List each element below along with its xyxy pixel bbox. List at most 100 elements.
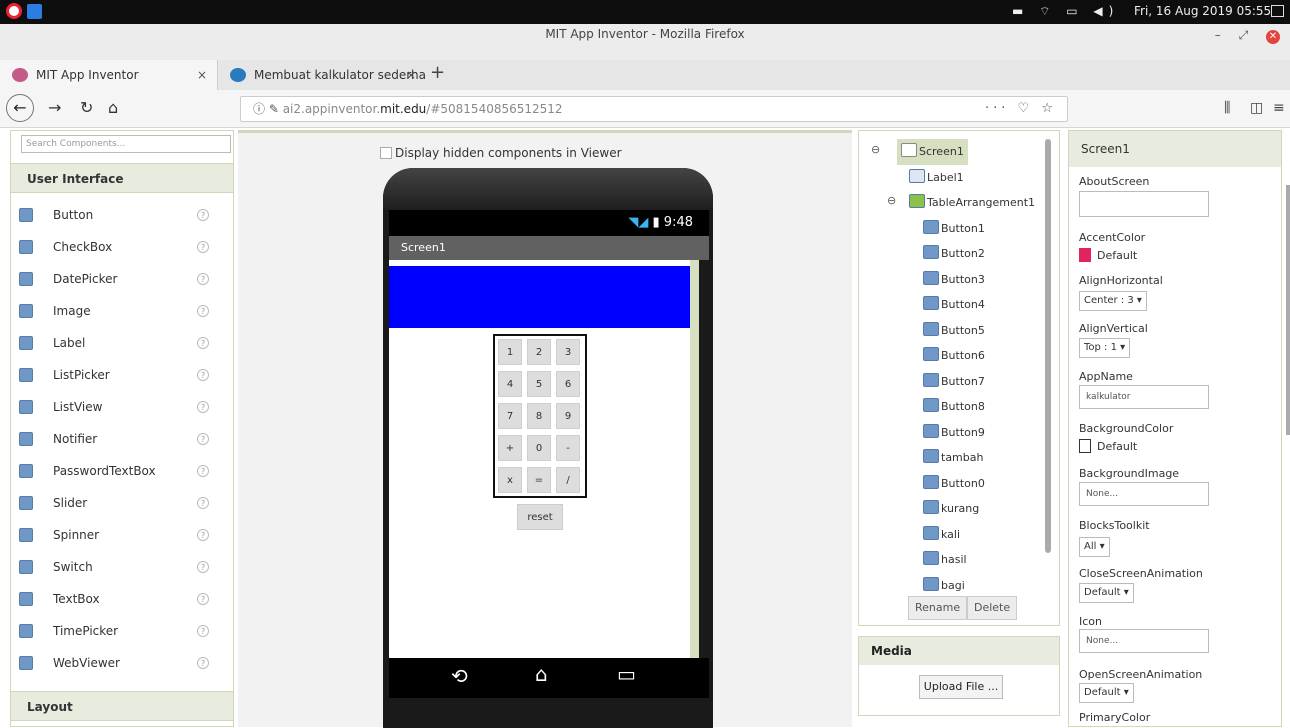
- help-icon[interactable]: ?: [197, 497, 209, 509]
- close-tab-icon[interactable]: ×: [197, 60, 207, 90]
- backgroundimage-picker[interactable]: None...: [1079, 482, 1209, 506]
- tree-item-bagi[interactable]: bagi: [923, 573, 965, 599]
- close-tab-icon[interactable]: ×: [406, 60, 416, 90]
- calc-button[interactable]: 2: [527, 339, 551, 365]
- accentcolor-picker[interactable]: Default: [1079, 248, 1137, 262]
- menu-icon[interactable]: ≡: [1273, 100, 1285, 116]
- url-bar[interactable]: ⓘ ✎ ai2.appinventor.mit.edu/#50815408565…: [240, 96, 1068, 122]
- palette-item-slider[interactable]: Slider?: [11, 487, 233, 519]
- sidebar-icon[interactable]: ◫: [1250, 100, 1263, 116]
- blockstoolkit-select[interactable]: All ▾: [1079, 537, 1110, 557]
- help-icon[interactable]: ?: [197, 273, 209, 285]
- calc-button[interactable]: 1: [498, 339, 522, 365]
- collapse-toggle-icon[interactable]: ⊖: [871, 143, 880, 156]
- label1-blue-bar[interactable]: [389, 266, 691, 328]
- help-icon[interactable]: ?: [197, 369, 209, 381]
- close-icon[interactable]: ✕: [1266, 30, 1280, 44]
- calc-button[interactable]: 9: [556, 403, 580, 429]
- help-icon[interactable]: ?: [197, 529, 209, 541]
- calc-button[interactable]: 7: [498, 403, 522, 429]
- help-icon[interactable]: ?: [197, 337, 209, 349]
- openscreenanimation-select[interactable]: Default ▾: [1079, 683, 1134, 703]
- help-icon[interactable]: ?: [197, 433, 209, 445]
- tree-scrollbar[interactable]: [1045, 139, 1051, 553]
- properties-scrollbar[interactable]: [1286, 185, 1290, 435]
- delete-button[interactable]: Delete: [967, 596, 1018, 620]
- upload-file-button[interactable]: Upload File ...: [919, 675, 1003, 699]
- palette-item-webviewer[interactable]: WebViewer?: [11, 647, 233, 679]
- palette-item-switch[interactable]: Switch?: [11, 551, 233, 583]
- info-icon[interactable]: ⓘ ✎: [253, 102, 283, 116]
- rename-button[interactable]: Rename: [908, 596, 968, 620]
- back-icon[interactable]: ←: [6, 94, 34, 122]
- phone-screen[interactable]: 1 2 3 4 5 6 7 8 9 +0- x = / reset: [389, 260, 699, 658]
- screen-scrollbar[interactable]: [690, 260, 699, 658]
- help-icon[interactable]: ?: [197, 593, 209, 605]
- calc-button[interactable]: -: [556, 435, 580, 461]
- calc-button[interactable]: 0: [527, 435, 551, 461]
- calc-button[interactable]: /: [556, 467, 580, 493]
- alignhorizontal-select[interactable]: Center : 3 ▾: [1079, 291, 1147, 311]
- alignvertical-select[interactable]: Top : 1 ▾: [1079, 338, 1131, 358]
- tree-item-hasil[interactable]: hasil: [923, 547, 967, 573]
- tree-item-button8[interactable]: Button8: [923, 394, 985, 420]
- tray-icons[interactable]: ▬ ⌔ ▭ ◀): [1012, 4, 1119, 19]
- closescreenanimation-select[interactable]: Default ▾: [1079, 583, 1134, 603]
- tree-item-button7[interactable]: Button7: [923, 369, 985, 395]
- calc-button[interactable]: 3: [556, 339, 580, 365]
- tree-item-tambah[interactable]: tambah: [923, 445, 983, 471]
- display-hidden-checkbox[interactable]: Display hidden components in Viewer: [380, 146, 622, 160]
- palette-item-button[interactable]: Button?: [11, 199, 233, 231]
- palette-item-datepicker[interactable]: DatePicker?: [11, 263, 233, 295]
- search-components-input[interactable]: Search Components...: [21, 135, 231, 153]
- palette-item-listview[interactable]: ListView?: [11, 391, 233, 423]
- reset-button[interactable]: reset: [517, 504, 563, 530]
- calc-button[interactable]: x: [498, 467, 522, 493]
- tree-item-button2[interactable]: Button2: [923, 241, 985, 267]
- palette-item-passwordtextbox[interactable]: PasswordTextBox?: [11, 455, 233, 487]
- checkbox-box[interactable]: [380, 147, 392, 159]
- help-icon[interactable]: ?: [197, 401, 209, 413]
- palette-item-checkbox[interactable]: CheckBox?: [11, 231, 233, 263]
- appname-input[interactable]: kalkulator: [1079, 385, 1209, 409]
- tree-item-button6[interactable]: Button6: [923, 343, 985, 369]
- section-user-interface[interactable]: User Interface: [11, 163, 233, 193]
- forward-icon[interactable]: →: [48, 98, 61, 117]
- calc-button[interactable]: 6: [556, 371, 580, 397]
- reload-icon[interactable]: ↻: [80, 98, 93, 117]
- palette-item-timepicker[interactable]: TimePicker?: [11, 615, 233, 647]
- backgroundcolor-picker[interactable]: Default: [1079, 439, 1137, 453]
- help-icon[interactable]: ?: [197, 209, 209, 221]
- tree-item-button4[interactable]: Button4: [923, 292, 985, 318]
- tree-item-kurang[interactable]: kurang: [923, 496, 979, 522]
- tree-item-tablearrangement1[interactable]: TableArrangement1: [909, 190, 1035, 216]
- library-icon[interactable]: ⫼: [1224, 100, 1230, 116]
- tree-item-button9[interactable]: Button9: [923, 420, 985, 446]
- tree-item-label1[interactable]: Label1: [909, 165, 964, 191]
- calc-button[interactable]: +: [498, 435, 522, 461]
- help-icon[interactable]: ?: [197, 241, 209, 253]
- icon-picker[interactable]: None...: [1079, 629, 1209, 653]
- tab-app-inventor[interactable]: MIT App Inventor ×: [0, 60, 218, 90]
- calc-button[interactable]: 4: [498, 371, 522, 397]
- tree-item-button1[interactable]: Button1: [923, 216, 985, 242]
- opera-logo-icon[interactable]: [6, 3, 22, 19]
- home-icon[interactable]: ⌂: [108, 98, 118, 117]
- show-desktop-icon[interactable]: [1271, 5, 1284, 17]
- palette-item-spinner[interactable]: Spinner?: [11, 519, 233, 551]
- section-layout[interactable]: Layout: [11, 691, 233, 721]
- tree-item-button3[interactable]: Button3: [923, 267, 985, 293]
- palette-item-notifier[interactable]: Notifier?: [11, 423, 233, 455]
- palette-item-textbox[interactable]: TextBox?: [11, 583, 233, 615]
- help-icon[interactable]: ?: [197, 561, 209, 573]
- window-controls[interactable]: – ⤢ ✕: [1215, 25, 1280, 45]
- app-launcher-icon[interactable]: [27, 4, 42, 19]
- os-clock[interactable]: Fri, 16 Aug 2019 05:55: [1134, 4, 1271, 18]
- page-actions-icon[interactable]: ··· ♡ ☆: [985, 97, 1057, 121]
- tree-item-button5[interactable]: Button5: [923, 318, 985, 344]
- calc-button[interactable]: =: [527, 467, 551, 493]
- new-tab-icon[interactable]: +: [430, 62, 445, 83]
- palette-item-image[interactable]: Image?: [11, 295, 233, 327]
- aboutscreen-textarea[interactable]: [1079, 191, 1209, 217]
- palette-item-listpicker[interactable]: ListPicker?: [11, 359, 233, 391]
